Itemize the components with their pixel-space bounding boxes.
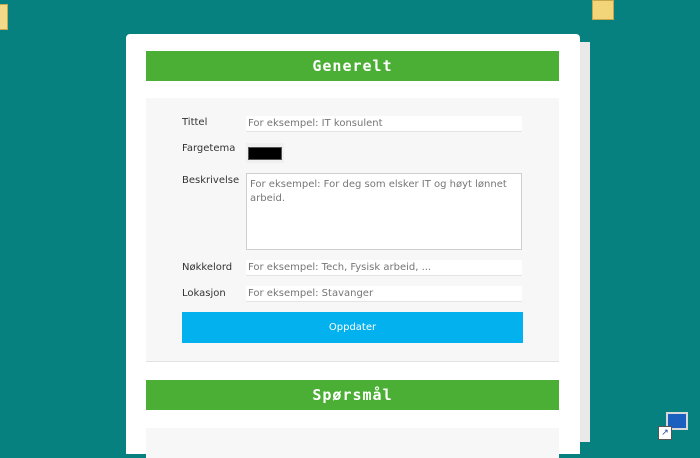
location-label: Lokasjon <box>182 288 226 299</box>
editor-panel: Generelt Tittel Fargetema Beskrivelse Fo… <box>126 34 580 458</box>
questions-card <box>146 428 559 458</box>
description-label: Beskrivelse <box>182 175 240 186</box>
section-header-questions: Spørsmål <box>146 380 559 410</box>
color-theme-label: Fargetema <box>182 143 236 154</box>
computer-shortcut-icon[interactable]: ↗ <box>658 410 690 440</box>
folder-icon[interactable] <box>0 4 8 30</box>
general-form: Tittel Fargetema Beskrivelse For eksempe… <box>146 98 559 362</box>
title-label: Tittel <box>182 117 208 128</box>
section-header-general: Generelt <box>146 51 559 81</box>
description-textarea[interactable]: For eksempel: For deg som elsker IT og h… <box>246 173 522 250</box>
title-input[interactable] <box>246 116 522 132</box>
color-theme-picker[interactable] <box>246 143 284 163</box>
location-input[interactable] <box>246 286 522 302</box>
keywords-label: Nøkkelord <box>182 262 233 273</box>
color-swatch <box>248 146 282 160</box>
shortcut-arrow-icon: ↗ <box>658 426 672 440</box>
folder-icon[interactable] <box>592 0 614 20</box>
update-button[interactable]: Oppdater <box>182 312 523 343</box>
keywords-input[interactable] <box>246 260 522 276</box>
